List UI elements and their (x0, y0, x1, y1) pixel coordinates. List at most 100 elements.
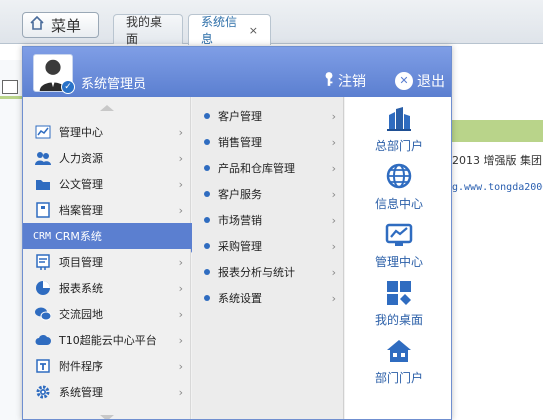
user-name: 系统管理员 (81, 77, 147, 92)
submenu-item-label: 市场营销 (218, 214, 262, 227)
chevron-right-icon: › (178, 333, 183, 347)
menu-item-documents[interactable]: 公文管理 › (23, 171, 191, 197)
chevron-right-icon: › (178, 385, 183, 399)
shortcut-label: 管理中心 (374, 255, 423, 269)
top-bar: 菜单 我的桌面 系统信息 × (0, 0, 543, 46)
bullet-icon (204, 295, 210, 301)
shortcut-dept-portal[interactable]: 部门门户 (345, 337, 451, 393)
menu-item-reports[interactable]: 报表系统 › (23, 275, 191, 301)
home-icon (29, 15, 45, 35)
menu-item-crm[interactable]: CRM CRM系统 (23, 223, 193, 249)
shortcut-hq-portal[interactable]: 总部门户 (345, 105, 451, 161)
chevron-right-icon: › (178, 359, 183, 373)
scroll-up-arrow[interactable] (100, 105, 114, 111)
bullet-icon (204, 165, 210, 171)
chevron-right-icon: › (331, 239, 336, 253)
project-icon (35, 254, 51, 270)
menu-item-label: 项目管理 (59, 256, 103, 269)
tab-label: 我的桌面 (126, 14, 163, 46)
background-link[interactable]: g.www.tongda2000 (452, 182, 543, 193)
chevron-right-icon: › (178, 281, 183, 295)
exit-button[interactable]: ✕ 退出 (395, 71, 445, 91)
tab-label: 系统信息 (201, 15, 238, 46)
bullet-icon (204, 113, 210, 119)
pie-icon (35, 280, 51, 296)
shortcut-my-desktop[interactable]: 我的桌面 (345, 279, 451, 335)
chevron-right-icon: › (331, 161, 336, 175)
chevron-right-icon: › (178, 203, 183, 217)
menu-item-forum[interactable]: 交流园地 › (23, 301, 191, 327)
submenu-item-customer-service[interactable]: 客户服务 › (192, 181, 344, 207)
submenu-item-marketing[interactable]: 市场营销 › (192, 207, 344, 233)
attachment-icon (35, 358, 51, 374)
chevron-right-icon: › (178, 151, 183, 165)
submenu-item-settings[interactable]: 系统设置 › (192, 285, 344, 311)
submenu-item-label: 客户管理 (218, 110, 262, 123)
tab-my-desktop[interactable]: 我的桌面 (113, 14, 183, 46)
menu-item-attachments[interactable]: 附件程序 › (23, 353, 191, 379)
document-icon (2, 80, 18, 94)
submenu-item-sales[interactable]: 销售管理 › (192, 129, 344, 155)
menu-item-projects[interactable]: 项目管理 › (23, 249, 191, 275)
chevron-right-icon: › (331, 187, 336, 201)
monitor-chart-icon (385, 221, 413, 249)
gear-icon (35, 384, 51, 400)
background-left-panel (0, 60, 22, 420)
bullet-icon (204, 217, 210, 223)
submenu-item-label: 报表分析与统计 (218, 266, 295, 279)
shortcut-admin-center[interactable]: 管理中心 (345, 221, 451, 277)
shortcut-label: 部门门户 (374, 371, 423, 385)
menu-item-label: 档案管理 (59, 204, 103, 217)
menu-item-label: 系统管理 (59, 386, 103, 399)
chevron-right-icon: › (178, 177, 183, 191)
menu-item-archives[interactable]: 档案管理 › (23, 197, 191, 223)
chevron-right-icon: › (178, 125, 183, 139)
shortcut-label: 信息中心 (374, 197, 423, 211)
submenu-item-label: 产品和仓库管理 (218, 162, 295, 175)
chevron-right-icon: › (331, 135, 336, 149)
menu-item-label: 交流园地 (59, 308, 103, 321)
submenu-item-purchasing[interactable]: 采购管理 › (192, 233, 344, 259)
primary-menu: 管理中心 › 人力资源 › 公文管理 › 档案管理 › CRM CRM系统 项目… (23, 97, 193, 419)
menu-item-label: 管理中心 (59, 126, 103, 139)
bullet-icon (204, 139, 210, 145)
chevron-right-icon: › (331, 291, 336, 305)
submenu-item-label: 系统设置 (218, 292, 262, 305)
menu-item-label: 人力资源 (59, 152, 103, 165)
chevron-right-icon: › (331, 213, 336, 227)
start-menu-popup: ✓ 系统管理员 注销 ✕ 退出 管理中心 › 人力资源 › 公文管理 › 档案管… (22, 46, 452, 420)
globe-icon (385, 163, 413, 191)
submenu-item-products-warehouse[interactable]: 产品和仓库管理 › (192, 155, 344, 181)
scroll-down-arrow[interactable] (100, 415, 114, 419)
menu-item-system-admin[interactable]: 系统管理 › (23, 379, 191, 405)
background-text: 2013 增强版 集团 (452, 154, 542, 167)
exit-label: 退出 (417, 74, 445, 90)
folder-icon (35, 176, 51, 192)
menu-item-label: 报表系统 (59, 282, 103, 295)
menu-button[interactable]: 菜单 (22, 12, 99, 38)
menu-item-cloud-platform[interactable]: T10超能云中心平台 › (23, 327, 191, 353)
bullet-icon (204, 243, 210, 249)
shortcut-info-center[interactable]: 信息中心 (345, 163, 451, 219)
menu-item-label: 公文管理 (59, 178, 103, 191)
menu-item-label: T10超能云中心平台 (59, 334, 157, 347)
submenu-item-report-analysis[interactable]: 报表分析与统计 › (192, 259, 344, 285)
tab-system-info[interactable]: 系统信息 × (188, 14, 271, 46)
submenu-item-customers[interactable]: 客户管理 › (192, 103, 344, 129)
bullet-icon (204, 191, 210, 197)
cloud-icon (35, 332, 51, 348)
menu-item-admin-center[interactable]: 管理中心 › (23, 119, 191, 145)
menu-item-label: CRM系统 (55, 230, 102, 243)
background-banner (451, 120, 543, 142)
logout-button[interactable]: 注销 (323, 71, 366, 91)
close-icon[interactable]: × (249, 24, 258, 37)
submenu-item-label: 客户服务 (218, 188, 262, 201)
menu-item-hr[interactable]: 人力资源 › (23, 145, 191, 171)
chevron-right-icon: › (178, 307, 183, 321)
building-icon (385, 105, 413, 133)
start-menu-header: ✓ 系统管理员 注销 ✕ 退出 (23, 47, 451, 97)
chevron-right-icon: › (331, 265, 336, 279)
people-icon (35, 150, 51, 166)
chevron-right-icon: › (331, 109, 336, 123)
archive-icon (35, 202, 51, 218)
